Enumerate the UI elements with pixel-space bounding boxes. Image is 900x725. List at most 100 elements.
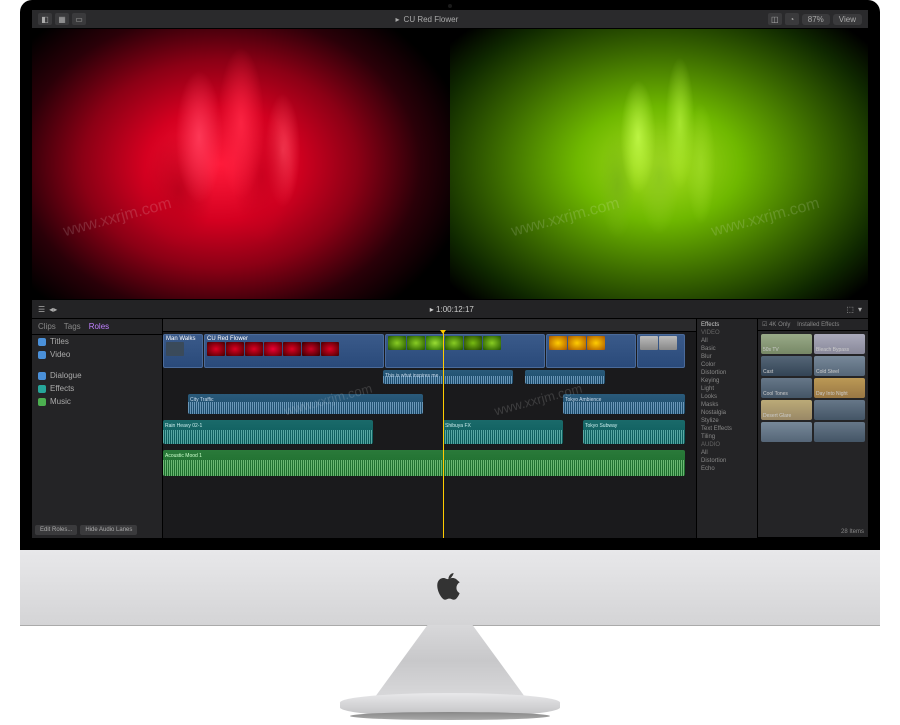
checkbox-icon[interactable] [38, 338, 46, 346]
effect-preset[interactable] [761, 422, 812, 442]
fx-category[interactable]: Echo [699, 465, 755, 473]
effect-preset[interactable] [814, 400, 865, 420]
tab-roles[interactable]: Roles [89, 322, 109, 331]
fx-category[interactable]: Blur [699, 353, 755, 361]
fx-category[interactable]: Distortion [699, 369, 755, 377]
top-toolbar: ◧ ▦ ▭ ▸ CU Red Flower ◫ ◔ 87% View [32, 10, 868, 29]
fx-category[interactable]: Keying [699, 377, 755, 385]
toolbar-right-group: ◫ ◔ 87% View [768, 13, 862, 25]
effect-preset[interactable]: 50s TV [761, 334, 812, 354]
playhead[interactable] [443, 332, 444, 538]
fx-category[interactable]: Stylize [699, 417, 755, 425]
role-titles[interactable]: Titles [32, 335, 162, 348]
hide-lanes-button[interactable]: Hide Audio Lanes [80, 525, 137, 535]
edit-roles-button[interactable]: Edit Roles... [35, 525, 77, 535]
viewer-left[interactable]: www.xxrjm.com [32, 29, 450, 299]
audio-clip[interactable]: Shibuya FX [443, 420, 563, 444]
time-ruler[interactable] [163, 319, 696, 332]
audio-clip[interactable]: Tokyo Subway [583, 420, 685, 444]
role-label: Dialogue [50, 371, 82, 380]
effect-preset[interactable]: Bleach Bypass [814, 334, 865, 354]
video-clip[interactable]: CU Red Flower [204, 334, 384, 368]
index-button[interactable]: ☰ [38, 305, 45, 314]
tool-button[interactable]: ▾ [858, 305, 862, 314]
fx-category[interactable]: Distortion [699, 457, 755, 465]
fx-category[interactable]: Basic [699, 345, 755, 353]
index-controls: ☰ ◂▸ [38, 305, 57, 314]
clip-title: CU Red Flower [404, 15, 459, 24]
tab-clips[interactable]: Clips [38, 322, 56, 331]
toolbar-left-group: ◧ ▦ ▭ [38, 13, 86, 25]
toolbar-title: ▸ CU Red Flower [86, 15, 768, 24]
effect-preset[interactable]: Desert Glare [761, 400, 812, 420]
effect-preset[interactable]: Cast [761, 356, 812, 376]
view-menu[interactable]: View [833, 14, 862, 25]
library-button[interactable]: ◧ [38, 13, 52, 25]
role-label: Titles [50, 337, 69, 346]
index-footer: Edit Roles... Hide Audio Lanes [32, 522, 162, 538]
audio-clip[interactable]: City Traffic [188, 394, 423, 414]
checkbox-icon[interactable] [38, 372, 46, 380]
fx-category[interactable]: Color [699, 361, 755, 369]
music-clip[interactable]: Acoustic Mood 1 [163, 450, 685, 476]
checkbox-icon[interactable]: ☑ [762, 322, 767, 328]
checkbox-icon[interactable] [38, 351, 46, 359]
role-label: Music [50, 397, 71, 406]
fcpx-window: ◧ ▦ ▭ ▸ CU Red Flower ◫ ◔ 87% View www.x… [32, 10, 868, 538]
role-video[interactable]: Video [32, 348, 162, 361]
video-category: VIDEO [699, 329, 755, 337]
scope-button[interactable]: ◔ [785, 13, 799, 25]
audio-clip[interactable]: Rain Heavy 02-1 [163, 420, 373, 444]
role-music[interactable]: Music [32, 395, 162, 408]
checkbox-icon[interactable] [38, 398, 46, 406]
viewer-area: www.xxrjm.com www.xxrjm.com www.xxrjm.co… [32, 29, 868, 299]
stand-foot [350, 712, 550, 720]
item-count: 28 Items [758, 527, 868, 538]
video-clip[interactable] [546, 334, 636, 368]
tab-label[interactable]: Installed Effects [797, 322, 839, 328]
compare-button[interactable]: ◫ [768, 13, 782, 25]
fx-category[interactable]: Masks [699, 401, 755, 409]
clip-icon: ▸ [396, 15, 400, 24]
watermark: www.xxrjm.com [510, 195, 622, 241]
gallery-button[interactable]: ▦ [55, 13, 69, 25]
timeline[interactable]: Man Walks CU Red Flower [163, 319, 696, 538]
effect-preset[interactable]: Cold Steel [814, 356, 865, 376]
fx-category[interactable]: Nostalgia [699, 409, 755, 417]
fx-category[interactable]: Tiling [699, 433, 755, 441]
audio-clip[interactable]: Tokyo Ambience [563, 394, 685, 414]
zoom-level[interactable]: 87% [802, 14, 830, 25]
imac-chin [20, 550, 880, 626]
media-button[interactable]: ▭ [72, 13, 86, 25]
tab-tags[interactable]: Tags [64, 322, 81, 331]
video-clip[interactable]: Man Walks [163, 334, 203, 368]
checkbox-icon[interactable] [38, 385, 46, 393]
role-effects[interactable]: Effects [32, 382, 162, 395]
connected-clip[interactable]: This is what inspires me [383, 370, 513, 384]
snap-button[interactable]: ⬚ [846, 305, 854, 314]
timecode-display[interactable]: ▸ 1:00:12:17 [57, 305, 846, 314]
connected-clip[interactable] [525, 370, 605, 384]
fx-category[interactable]: Text Effects [699, 425, 755, 433]
fx-category[interactable]: Looks [699, 393, 755, 401]
timecode-value: 1:00:12:17 [436, 305, 474, 314]
fx-category[interactable]: All [699, 337, 755, 345]
index-tabs: Clips Tags Roles [32, 319, 162, 335]
skimmer-button[interactable]: ◂▸ [49, 305, 57, 314]
camera-icon [448, 4, 452, 8]
fx-category[interactable]: Light [699, 385, 755, 393]
tracks-area[interactable]: Man Walks CU Red Flower [163, 332, 696, 538]
audio-category: AUDIO [699, 441, 755, 449]
role-dialogue[interactable]: Dialogue [32, 369, 162, 382]
effect-preset[interactable] [814, 422, 865, 442]
viewer-right[interactable]: www.xxrjm.com www.xxrjm.com [450, 29, 868, 299]
role-label: Effects [50, 384, 74, 393]
effect-preset[interactable]: Cool Tones [761, 378, 812, 398]
play-icon: ▸ [430, 305, 434, 314]
preset-grid: 50s TVBleach BypassCastCold SteelCool To… [758, 331, 868, 445]
video-clip[interactable] [385, 334, 545, 368]
video-clip[interactable] [637, 334, 685, 368]
fx-category[interactable]: All [699, 449, 755, 457]
effect-preset[interactable]: Day Into Night [814, 378, 865, 398]
transport-bar: ☰ ◂▸ ▸ 1:00:12:17 ⬚ ▾ [32, 299, 868, 319]
